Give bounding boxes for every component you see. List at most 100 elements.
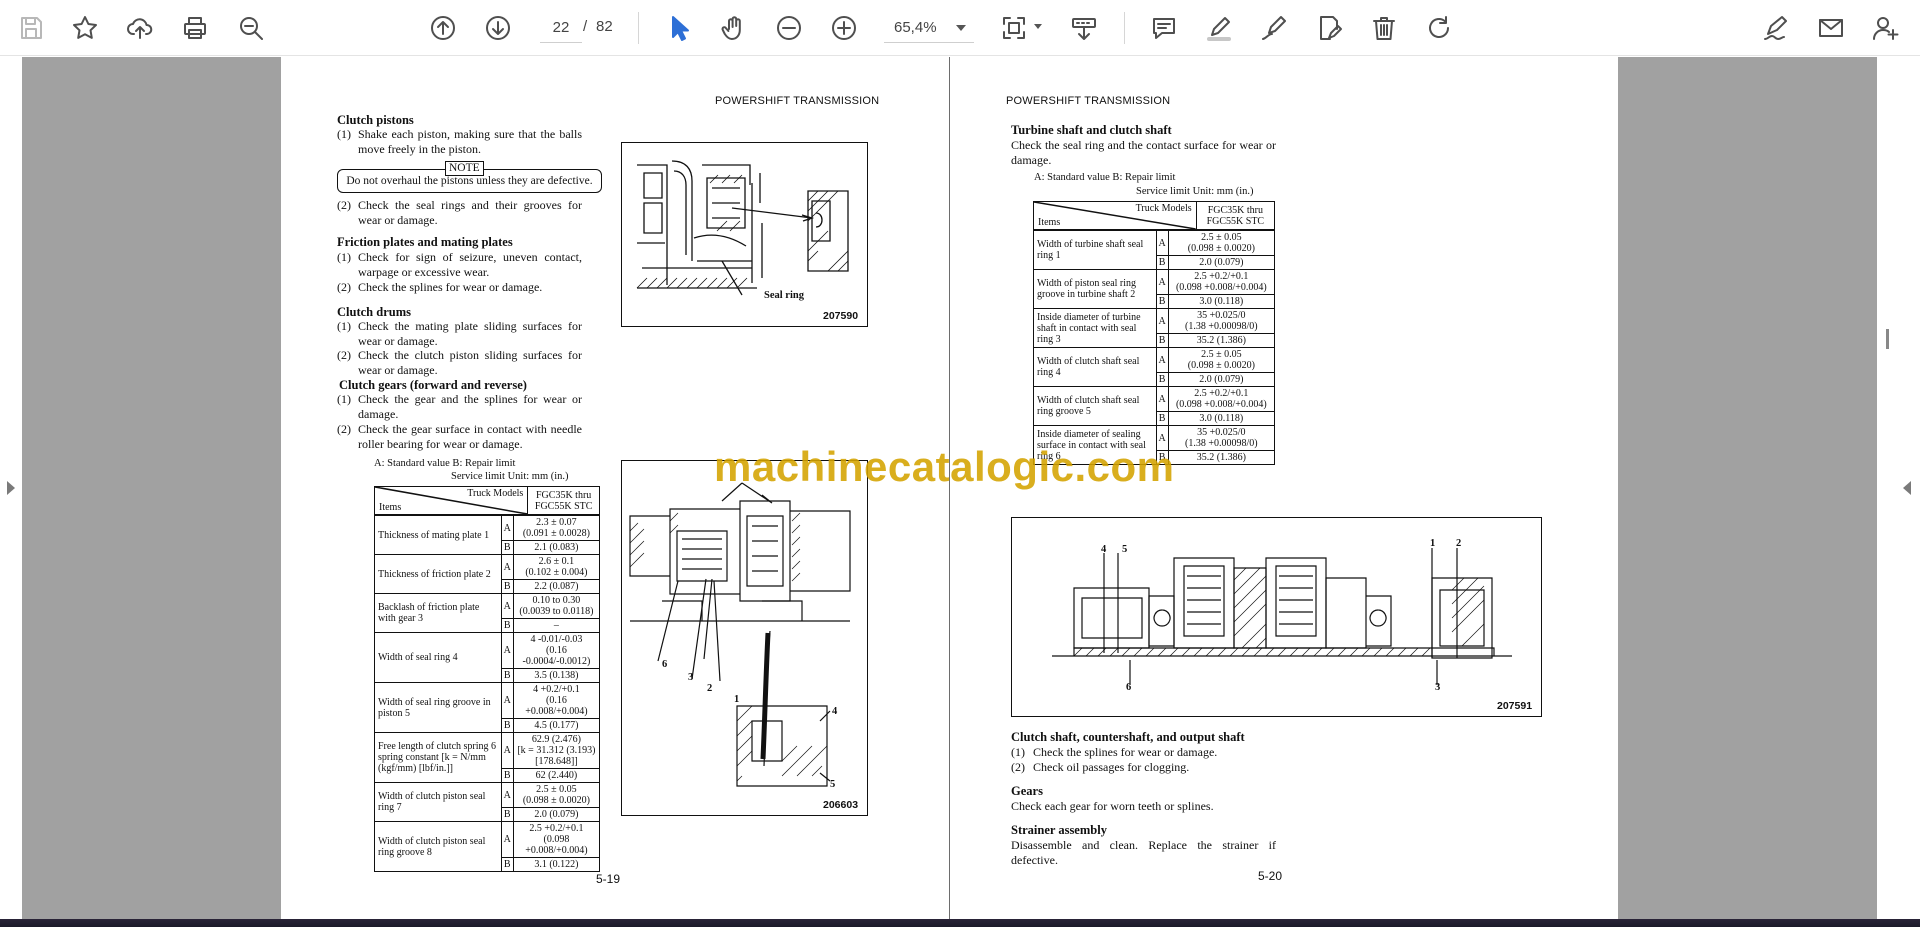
callout-1: 1 bbox=[1430, 538, 1436, 549]
standard-value-inch: (0.0039 to 0.0118) bbox=[519, 606, 594, 617]
page-number-input[interactable] bbox=[540, 13, 582, 43]
spec-table: Truck Models Items FGC35K thru FGC55K STC bbox=[373, 486, 600, 515]
figure-207591: 4 5 1 2 6 3 207591 bbox=[1011, 517, 1542, 717]
table-cell-repair-limit: 2.0 (0.079) bbox=[1167, 372, 1276, 387]
zoom-in-icon[interactable] bbox=[826, 10, 862, 46]
scroll-mode-icon[interactable] bbox=[1066, 10, 1102, 46]
toolbar-divider bbox=[1124, 12, 1125, 44]
add-user-icon[interactable] bbox=[1868, 10, 1904, 46]
delete-icon[interactable] bbox=[1366, 10, 1402, 46]
table-cell-standard: 35 +0.025/0 (1.38 +0.00098/0) bbox=[1167, 308, 1276, 334]
repair-limit-marker: B bbox=[500, 579, 514, 594]
repair-limit-marker: B bbox=[500, 768, 514, 783]
paragraph: Check each gear for worn teeth or spline… bbox=[1011, 799, 1214, 813]
item-number: (1) bbox=[337, 319, 351, 333]
document-viewport[interactable]: POWERSHIFT TRANSMISSION Clutch pistons (… bbox=[0, 57, 1920, 927]
table-legend: A: Standard value B: Repair limit bbox=[374, 458, 516, 469]
table-legend: A: Standard value B: Repair limit bbox=[1034, 172, 1176, 183]
highlight-pen-icon[interactable] bbox=[1201, 10, 1237, 46]
item-number: (2) bbox=[337, 198, 351, 212]
heading-clutch-drums: Clutch drums bbox=[337, 305, 411, 319]
comment-icon[interactable] bbox=[1146, 10, 1182, 46]
zoom-value: 65,4% bbox=[894, 19, 937, 36]
shaft-assembly-drawing bbox=[1052, 548, 1512, 685]
header-items: Items bbox=[1038, 217, 1061, 228]
standard-value-inch: (0.098 ± 0.0020) bbox=[1187, 360, 1255, 371]
standard-value-inch: (0.098 ± 0.0020) bbox=[522, 795, 590, 806]
table-row: Free length of clutch spring 6 spring co… bbox=[374, 732, 601, 783]
previous-page-icon[interactable] bbox=[425, 10, 461, 46]
print-icon[interactable] bbox=[177, 10, 213, 46]
repair-limit-marker: B bbox=[1155, 372, 1169, 387]
standard-value-marker: A bbox=[1155, 269, 1169, 295]
bookmark-star-icon[interactable] bbox=[67, 10, 103, 46]
table-cell-repair-limit: 2.0 (0.079) bbox=[512, 807, 601, 822]
table-cell-repair-limit: 3.1 (0.122) bbox=[512, 857, 601, 872]
email-icon[interactable] bbox=[1813, 10, 1849, 46]
next-page-icon[interactable] bbox=[480, 10, 516, 46]
table-row: Width of clutch shaft seal ring 4 A 2.5 ± … bbox=[1033, 347, 1276, 387]
standard-value-marker: A bbox=[500, 782, 514, 808]
standard-value: 2.5 +0.2/+0.1 bbox=[529, 823, 584, 834]
total-pages: 82 bbox=[596, 18, 613, 35]
zoom-out-icon[interactable] bbox=[771, 10, 807, 46]
list-item: Check for sign of seizure, uneven contac… bbox=[358, 250, 582, 279]
page-fit-icon[interactable] bbox=[996, 10, 1032, 46]
standard-value-inch: (0.098 +0.008/+0.004) bbox=[525, 834, 588, 856]
standard-value-inch: (0.098 +0.008/+0.004) bbox=[1175, 282, 1267, 293]
save-icon[interactable] bbox=[13, 10, 49, 46]
header-model-range: FGC35K thru FGC55K STC bbox=[1195, 201, 1276, 230]
table-cell-repair-limit: 35.2 (1.386) bbox=[1167, 450, 1276, 465]
standard-value-marker: A bbox=[1155, 230, 1169, 256]
callout-seal-ring: Seal ring bbox=[764, 290, 804, 301]
table-cell-standard: 62.9 (2.476) [k = 31.312 (3.193) [178.648… bbox=[512, 732, 601, 769]
list-item: Check the mating plate sliding surfaces … bbox=[358, 319, 582, 348]
upload-cloud-icon[interactable] bbox=[122, 10, 158, 46]
item-number: (1) bbox=[337, 392, 351, 406]
select-cursor-icon[interactable] bbox=[661, 10, 697, 46]
standard-value: 0.10 to 0.30 bbox=[532, 595, 581, 606]
list-item: Check the splines for wear or damage. bbox=[1033, 745, 1218, 759]
page-fit-chevron-icon[interactable] bbox=[1034, 24, 1042, 29]
table-cell-item: Width of seal ring 4 bbox=[374, 632, 502, 683]
draw-icon[interactable] bbox=[1256, 10, 1292, 46]
table-cell-item: Width of clutch piston seal ring groove … bbox=[374, 821, 502, 872]
list-item: Check oil passages for clogging. bbox=[1033, 760, 1190, 774]
repair-limit-marker: B bbox=[500, 807, 514, 822]
sign-pen-icon[interactable] bbox=[1758, 10, 1794, 46]
zoom-search-icon[interactable] bbox=[233, 10, 269, 46]
table-cell-standard: 2.3 ± 0.07 (0.091 ± 0.0028) bbox=[512, 515, 601, 541]
spec-table-body: Thickness of mating plate 1 A 2.3 ± 0.07 (0… bbox=[374, 515, 601, 872]
table-row: Width of turbine shaft seal ring 1 A 2.5 ±… bbox=[1033, 230, 1276, 270]
item-number: (2) bbox=[337, 422, 351, 436]
table-cell-item: Thickness of friction plate 2 bbox=[374, 554, 502, 594]
zoom-dropdown[interactable]: 65,4% bbox=[884, 13, 974, 43]
callout-3: 3 bbox=[1435, 682, 1441, 693]
toolbar: / 82 65,4% bbox=[0, 0, 1920, 56]
heading-gears: Gears bbox=[1011, 784, 1043, 798]
standard-value: 4 -0.01/-0.03 bbox=[530, 634, 583, 645]
callout-5: 5 bbox=[830, 779, 836, 790]
table-cell-item: Free length of clutch spring 6 spring co… bbox=[374, 732, 502, 783]
table-cell-item: Width of clutch shaft seal ring 4 bbox=[1033, 347, 1157, 387]
scrollbar-thumb[interactable] bbox=[1886, 329, 1889, 349]
standard-value-marker: A bbox=[1155, 386, 1169, 412]
heading-turbine-shaft: Turbine shaft and clutch shaft bbox=[1011, 123, 1172, 137]
item-number: (2) bbox=[337, 348, 351, 362]
figure-number: 207590 bbox=[823, 310, 859, 322]
standard-value: 2.5 +0.2/+0.1 bbox=[1194, 271, 1249, 282]
expand-right-panel-icon[interactable] bbox=[1903, 481, 1911, 495]
table-row: Width of clutch shaft seal ring groove 5… bbox=[1033, 386, 1276, 426]
redo-icon[interactable] bbox=[1421, 10, 1457, 46]
pan-hand-icon[interactable] bbox=[716, 10, 752, 46]
standard-value: 35 +0.025/0 bbox=[1197, 310, 1246, 321]
header-truck-models: Truck Models bbox=[1135, 203, 1192, 214]
table-cell-item: Width of turbine shaft seal ring 1 bbox=[1033, 230, 1157, 270]
table-cell-repair-limit: 3.5 (0.138) bbox=[512, 668, 601, 683]
stamp-icon[interactable] bbox=[1311, 10, 1347, 46]
standard-value-marker: A bbox=[500, 632, 514, 669]
item-number: (1) bbox=[337, 127, 351, 141]
standard-value: 2.5 ± 0.05 bbox=[1201, 232, 1242, 243]
standard-value-inch: [k = 31.312 (3.193) [178.648]] bbox=[517, 745, 596, 767]
expand-left-panel-icon[interactable] bbox=[7, 481, 15, 495]
